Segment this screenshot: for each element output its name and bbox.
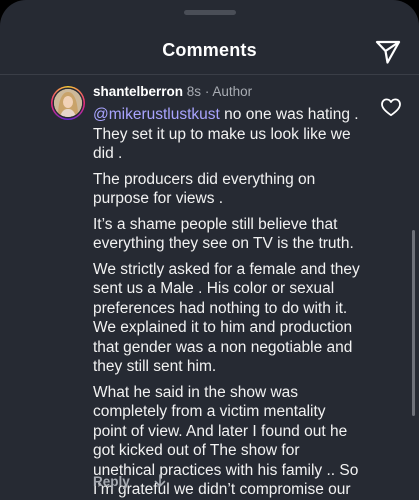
- comment-paragraph: We strictly asked for a female and they …: [93, 260, 360, 376]
- author-badge: Author: [212, 84, 253, 99]
- story-ring[interactable]: [51, 86, 85, 120]
- sheet-grabber-handle[interactable]: [184, 10, 236, 15]
- avatar-photo-icon: [54, 89, 82, 117]
- scrollbar[interactable]: [412, 230, 415, 416]
- avatar[interactable]: [54, 89, 82, 117]
- mention-link[interactable]: @mikerustlustkust: [93, 106, 220, 123]
- comments-sheet: Comments shantelberron 8s · Author @mike…: [0, 0, 419, 500]
- heart-icon[interactable]: [380, 97, 402, 117]
- header-divider: [0, 74, 419, 75]
- comments-header: Comments: [0, 30, 419, 74]
- comment-meta: shantelberron 8s · Author: [93, 84, 252, 99]
- comment-actions: Reply: [93, 474, 166, 489]
- comment-text: @mikerustlustkust no one was hating . Th…: [93, 105, 363, 500]
- meta-separator: ·: [204, 84, 210, 99]
- comment-paragraph: It’s a shame people still believe that e…: [93, 215, 354, 253]
- send-icon[interactable]: [374, 38, 402, 66]
- comment-paragraph: The producers did everything on purpose …: [93, 170, 316, 208]
- page-title: Comments: [162, 40, 257, 60]
- comment-time: 8s: [186, 84, 202, 99]
- reply-button[interactable]: Reply: [93, 474, 130, 489]
- comment-username[interactable]: shantelberron: [93, 84, 183, 99]
- down-arrow-icon[interactable]: [154, 474, 166, 488]
- comment-paragraph: @mikerustlustkust no one was hating . Th…: [93, 105, 363, 164]
